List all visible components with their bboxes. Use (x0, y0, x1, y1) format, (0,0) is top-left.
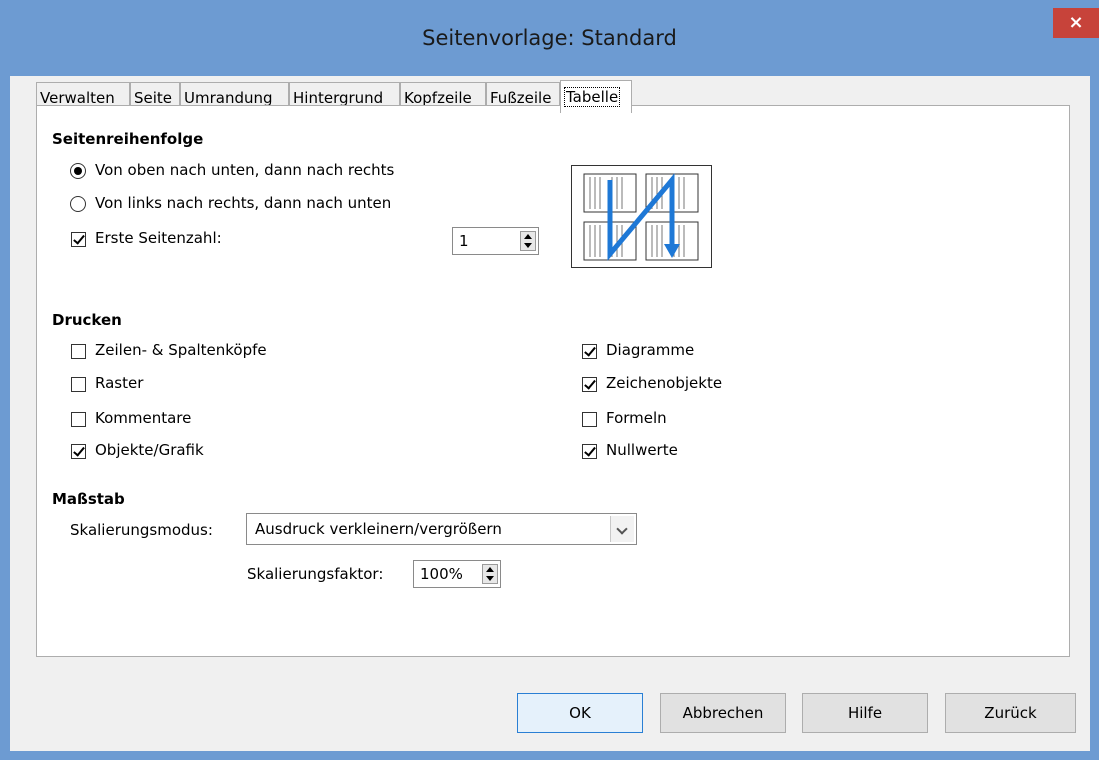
page-order-preview-icon (583, 173, 699, 261)
cancel-button[interactable]: Abbrechen (660, 693, 786, 733)
window-frame-bottom (0, 751, 1099, 760)
window-frame-left (0, 76, 10, 760)
page-order-preview (571, 165, 712, 268)
first-page-number-value[interactable]: 1 (459, 228, 469, 254)
ok-button[interactable]: OK (517, 693, 643, 733)
scale-factor-spinner[interactable]: 100% (413, 560, 501, 588)
window-frame-right (1090, 76, 1099, 760)
checkbox-headers[interactable] (71, 344, 86, 359)
first-page-number-label[interactable]: Erste Seitenzahl: (95, 229, 222, 247)
help-button[interactable]: Hilfe (802, 693, 928, 733)
checkbox-objects[interactable] (71, 444, 86, 459)
grid-label[interactable]: Raster (95, 374, 143, 392)
reset-button[interactable]: Zurück (945, 693, 1076, 733)
checkbox-comments[interactable] (71, 412, 86, 427)
headers-label[interactable]: Zeilen- & Spaltenköpfe (95, 341, 267, 359)
chevron-down-icon[interactable] (610, 516, 634, 542)
tab-tabelle[interactable]: Tabelle (560, 80, 632, 113)
checkbox-charts[interactable] (582, 344, 597, 359)
window-title: Seitenvorlage: Standard (422, 26, 677, 50)
drawings-label[interactable]: Zeichenobjekte (606, 374, 722, 392)
checkbox-first-page-number[interactable] (71, 232, 86, 247)
radio-top-down[interactable] (70, 163, 86, 179)
charts-label[interactable]: Diagramme (606, 341, 694, 359)
formulas-label[interactable]: Formeln (606, 409, 667, 427)
scale-mode-select[interactable]: Ausdruck verkleinern/vergrößern (246, 513, 637, 545)
objects-label[interactable]: Objekte/Grafik (95, 441, 204, 459)
checkbox-formulas[interactable] (582, 412, 597, 427)
radio-left-right[interactable] (70, 196, 86, 212)
checkbox-grid[interactable] (71, 377, 86, 392)
tab-panel-tabelle (36, 105, 1070, 657)
scale-mode-label: Skalierungsmodus: (70, 521, 213, 539)
page-order-heading: Seitenreihenfolge (52, 130, 204, 148)
radio-top-down-label[interactable]: Von oben nach unten, dann nach rechts (95, 161, 394, 179)
scale-factor-value[interactable]: 100% (420, 561, 463, 587)
spin-arrows-icon[interactable] (520, 231, 536, 251)
zeros-label[interactable]: Nullwerte (606, 441, 678, 459)
checkbox-drawings[interactable] (582, 377, 597, 392)
spin-arrows-icon[interactable] (482, 564, 498, 584)
first-page-number-spinner[interactable]: 1 (452, 227, 539, 255)
close-button[interactable]: × (1053, 8, 1099, 38)
scale-factor-label: Skalierungsfaktor: (247, 565, 384, 583)
comments-label[interactable]: Kommentare (95, 409, 191, 427)
checkbox-zeros[interactable] (582, 444, 597, 459)
scale-heading: Maßstab (52, 490, 125, 508)
radio-left-right-label[interactable]: Von links nach rechts, dann nach unten (95, 194, 391, 212)
print-heading: Drucken (52, 311, 122, 329)
scale-mode-value[interactable]: Ausdruck verkleinern/vergrößern (255, 514, 502, 544)
